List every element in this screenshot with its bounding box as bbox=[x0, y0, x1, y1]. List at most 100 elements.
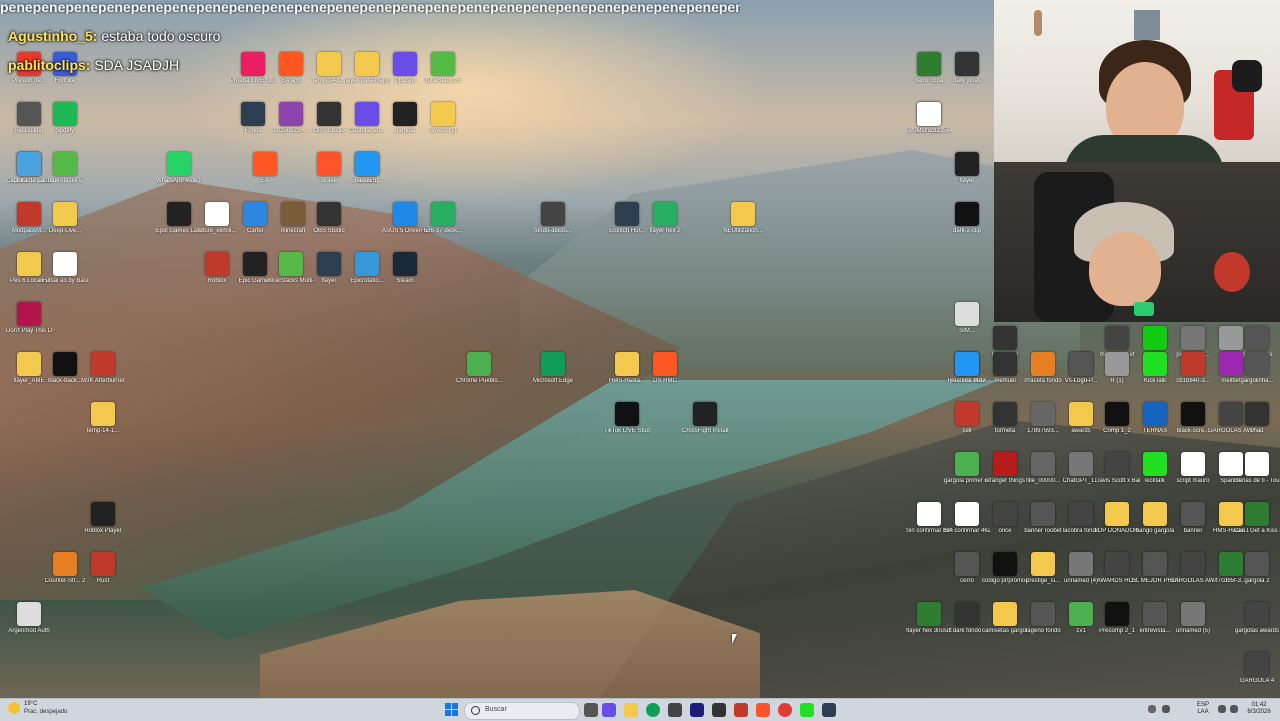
app-icon bbox=[241, 52, 265, 76]
chevron-up-icon[interactable] bbox=[1148, 705, 1156, 713]
app-icon bbox=[281, 202, 305, 226]
desktop-icon-label: flayer hex 2 bbox=[649, 228, 681, 234]
file-explorer-icon[interactable] bbox=[624, 703, 638, 717]
app-icon bbox=[1245, 402, 1269, 426]
desktop-icon[interactable]: gargolas awards bbox=[1234, 602, 1280, 648]
app-icon[interactable] bbox=[668, 703, 682, 717]
app-icon bbox=[91, 402, 115, 426]
app-icon bbox=[955, 602, 979, 626]
desktop-icon[interactable]: Ganas de ti - Touzé (Ale... bbox=[1234, 452, 1280, 498]
desktop-icon[interactable]: Roblox bbox=[194, 252, 240, 298]
app-icon bbox=[993, 602, 1017, 626]
app-icon bbox=[53, 252, 77, 276]
desktop-icon[interactable]: BlueStacks Multi-Instan... bbox=[268, 252, 314, 298]
desktop-icon[interactable]: Roblox Player bbox=[80, 502, 126, 548]
desktop-icon[interactable]: IMG_2323 bbox=[906, 102, 952, 148]
task-view-icon[interactable] bbox=[584, 703, 598, 717]
kicktalk-icon[interactable] bbox=[800, 703, 814, 717]
app-icon bbox=[431, 202, 455, 226]
desktop-icon[interactable]: CrossFight Installer bbox=[682, 402, 728, 448]
desktop-icon[interactable]: EA bbox=[242, 152, 288, 198]
desktop-icon[interactable]: flayer bbox=[944, 152, 990, 198]
app-icon bbox=[955, 552, 979, 576]
desktop-icon-label: Roblox Player bbox=[84, 528, 122, 534]
desktop-icon-label: Chrome Pueblo... bbox=[456, 378, 502, 384]
desktop-icon[interactable]: dark-2-clip bbox=[944, 202, 990, 248]
app-icon bbox=[1143, 352, 1167, 376]
desktop-icon-label: M3K Afterburner bbox=[81, 378, 125, 384]
desktop-icon[interactable]: BlueStacks 5 bbox=[42, 152, 88, 198]
app-icon bbox=[993, 326, 1017, 350]
desktop-icon[interactable]: flayer hex 2 bbox=[642, 202, 688, 248]
weather-temperature[interactable]: 19°C bbox=[24, 701, 37, 707]
desktop-icon-label: dark-2-clip bbox=[952, 228, 981, 234]
desktop-icon[interactable]: Futsal a3 by Basinga fro... bbox=[42, 252, 88, 298]
desktop-icon[interactable]: Steam bbox=[382, 252, 428, 298]
app-icon bbox=[955, 502, 979, 526]
desktop-icon[interactable]: Don't Play This Demo bbox=[6, 302, 52, 348]
desktop-icon[interactable]: Spotify bbox=[42, 102, 88, 148]
desktop-icon[interactable]: 586-37-desk... bbox=[420, 202, 466, 248]
desktop-icon[interactable]: fondo-abisbi... bbox=[530, 202, 576, 248]
desktop-icon[interactable]: temp-14-1... bbox=[80, 402, 126, 448]
app-icon bbox=[393, 252, 417, 276]
desktop-icon[interactable]: Deep-Live... bbox=[42, 202, 88, 248]
app-icon bbox=[955, 402, 979, 426]
app-icon bbox=[91, 552, 115, 576]
desktop-icon[interactable]: chad bbox=[1234, 402, 1280, 448]
desktop-icon[interactable]: gargolinha... bbox=[1234, 352, 1280, 398]
app-icon[interactable] bbox=[822, 703, 836, 717]
desktop-icon[interactable]: drivers (1) bbox=[420, 102, 466, 148]
desktop-icon[interactable]: Argenmod Auth bbox=[6, 602, 52, 648]
desktop-icon-label: TikTok LIVE Studio bbox=[604, 428, 650, 434]
chrome-icon[interactable] bbox=[778, 703, 792, 717]
clock[interactable]: 01:42 8/3/2026 bbox=[1244, 702, 1274, 716]
msi-afterburner-icon[interactable] bbox=[712, 703, 726, 717]
app-icon bbox=[317, 202, 341, 226]
desktop-icon-label: temp-14-1... bbox=[86, 428, 120, 434]
desktop-icon[interactable]: unnamed (5) bbox=[1170, 602, 1216, 648]
app-icon[interactable] bbox=[734, 703, 748, 717]
desktop-icon[interactable]: cerro copa bbox=[906, 52, 952, 98]
weather-sun-icon[interactable] bbox=[8, 702, 20, 714]
desktop-icon[interactable]: gargola 2 bbox=[1234, 552, 1280, 598]
wifi-icon[interactable] bbox=[1218, 705, 1226, 713]
desktop-icon[interactable]: WhatsApp Video 2025... bbox=[156, 152, 202, 198]
desktop-icon[interactable]: ShadowSt... bbox=[344, 152, 390, 198]
app-icon bbox=[17, 202, 41, 226]
language-indicator[interactable]: ESP LAA bbox=[1194, 702, 1212, 716]
app-icon bbox=[1069, 502, 1093, 526]
volume-icon[interactable] bbox=[1230, 705, 1238, 713]
app-icon bbox=[243, 252, 267, 276]
desktop-icon[interactable]: M3K Afterburner bbox=[80, 352, 126, 398]
desktop-icon[interactable]: Rust bbox=[80, 552, 126, 598]
taskbar-search[interactable]: Buscar bbox=[464, 702, 580, 720]
app-icon bbox=[955, 352, 979, 376]
desktop-icon[interactable]: BlueStacks 5 bbox=[420, 52, 466, 98]
brave-icon[interactable] bbox=[756, 703, 770, 717]
app-icon bbox=[91, 502, 115, 526]
app-icon bbox=[955, 302, 979, 326]
app-icon bbox=[1069, 402, 1093, 426]
desktop-icon[interactable]: DS HMC bbox=[642, 352, 688, 398]
desktop-icon[interactable]: NEUtilization... bbox=[720, 202, 766, 248]
copilot-icon[interactable] bbox=[602, 703, 616, 717]
desktop-icon-label: CrossFight Installer bbox=[682, 428, 728, 434]
desktop-icon[interactable]: Microsoft Edge bbox=[530, 352, 576, 398]
app-icon bbox=[167, 152, 191, 176]
desktop-icon[interactable]: OBS Studio bbox=[306, 202, 352, 248]
start-button[interactable] bbox=[445, 703, 459, 717]
app-icon bbox=[17, 352, 41, 376]
weather-condition[interactable]: Prac. despejado bbox=[24, 709, 67, 715]
tray-app-icon[interactable] bbox=[1162, 705, 1170, 713]
app-icon bbox=[279, 52, 303, 76]
desktop-icon[interactable]: flayer-para-mejoral bbox=[344, 52, 390, 98]
app-icon bbox=[1105, 352, 1129, 376]
desktop-icon[interactable]: GARGOLA 4 bbox=[1234, 652, 1280, 698]
desktop-icon[interactable]: TikTok LIVE Studio bbox=[604, 402, 650, 448]
premiere-icon[interactable] bbox=[690, 703, 704, 717]
edge-icon[interactable] bbox=[646, 703, 660, 717]
app-icon bbox=[243, 202, 267, 226]
desktop-icon[interactable]: Chrome Pueblo... bbox=[456, 352, 502, 398]
desktop-icon[interactable]: Can I Get a Kiss Mauroo bbox=[1234, 502, 1280, 548]
